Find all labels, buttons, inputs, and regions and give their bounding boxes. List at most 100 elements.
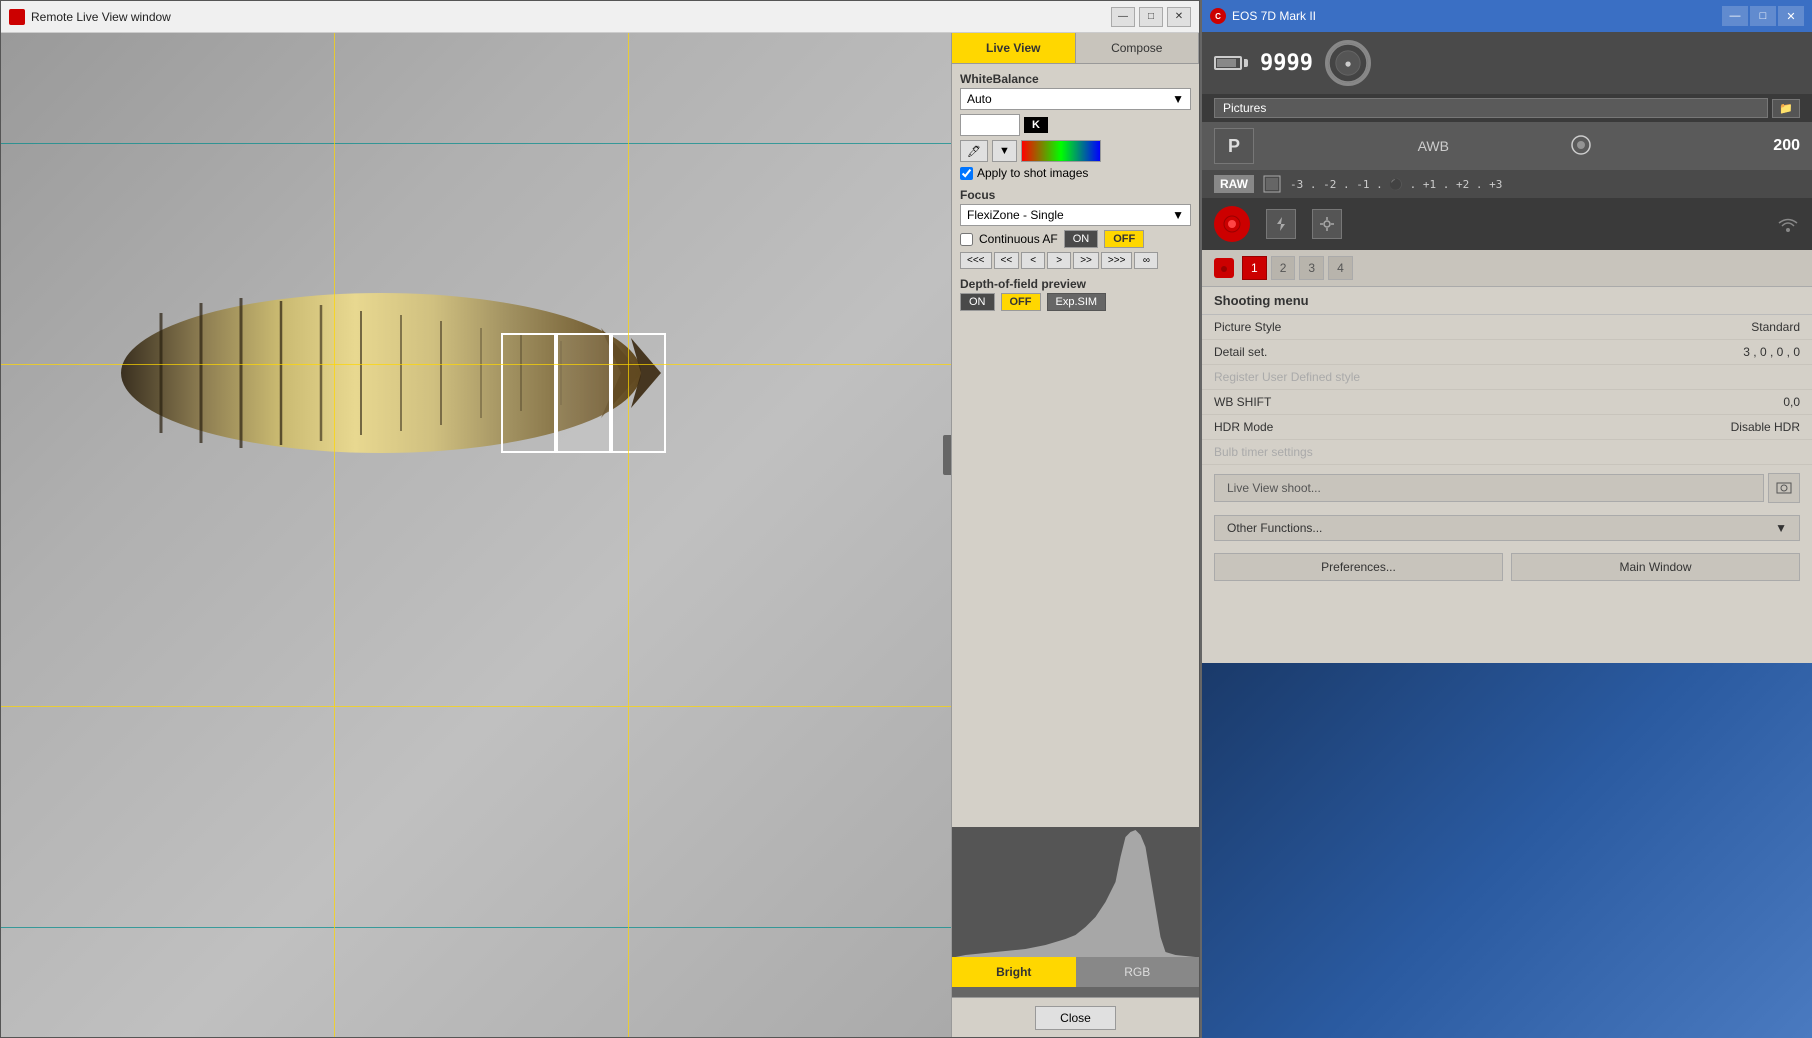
register-style-label: Register User Defined style xyxy=(1214,370,1712,384)
hdr-mode-value: Disable HDR xyxy=(1720,420,1800,434)
sm-tab-4[interactable]: 4 xyxy=(1328,256,1353,280)
svg-text:●: ● xyxy=(1344,56,1351,70)
eos-body: 9999 ● 📁 P AWB xyxy=(1202,32,1812,1038)
camera-mode-p: P xyxy=(1214,128,1254,164)
focus-mode-dropdown[interactable]: FlexiZone - Single ▼ xyxy=(960,204,1191,226)
pictures-browse-btn[interactable]: 📁 xyxy=(1772,99,1800,118)
continuous-af-label: Continuous AF xyxy=(979,232,1058,246)
pref-main-row: Preferences... Main Window xyxy=(1202,545,1812,589)
continuous-af-checkbox[interactable] xyxy=(960,233,973,246)
main-window: Remote Live View window — □ ✕ xyxy=(0,0,1200,1038)
shell-svg xyxy=(81,183,781,563)
continuous-af-row: Continuous AF ON OFF xyxy=(960,230,1191,248)
other-functions-btn[interactable]: Other Functions... ▼ xyxy=(1214,515,1800,541)
focus-nav-far-right[interactable]: >>> xyxy=(1101,252,1133,269)
menu-item-register-style[interactable]: Register User Defined style xyxy=(1202,365,1812,390)
raw-badge: RAW xyxy=(1214,175,1254,193)
wb-controls: 🖊 ▼ xyxy=(960,140,1191,162)
eos-window-title: EOS 7D Mark II xyxy=(1232,9,1316,23)
menu-item-wb-shift[interactable]: WB SHIFT 0,0 xyxy=(1202,390,1812,415)
pictures-bar: 📁 xyxy=(1202,94,1812,122)
wb-color-btn[interactable]: ▼ xyxy=(992,140,1017,162)
menu-item-hdr-mode[interactable]: HDR Mode Disable HDR xyxy=(1202,415,1812,440)
close-window-button[interactable]: ✕ xyxy=(1167,7,1191,27)
histogram-tabs: Bright RGB xyxy=(952,957,1199,987)
focus-section: Focus FlexiZone - Single ▼ Continuous AF… xyxy=(960,188,1191,269)
wb-color-swatch xyxy=(1021,140,1101,162)
title-bar: Remote Live View window — □ ✕ xyxy=(1,1,1199,33)
eos-title-bar: C EOS 7D Mark II — □ ✕ xyxy=(1202,0,1812,32)
mode-dial-svg: ● xyxy=(1328,40,1368,86)
camera-settings-row1: P AWB 200 xyxy=(1202,122,1812,170)
wb-k-row: K xyxy=(960,114,1191,136)
focus-nav-infinity[interactable]: ∞ xyxy=(1134,252,1158,269)
eos-close-btn[interactable]: ✕ xyxy=(1778,6,1804,26)
tab-live-view[interactable]: Live View xyxy=(952,33,1076,63)
focus-nav-left2[interactable]: << xyxy=(994,252,1020,269)
focus-nav-right2[interactable]: >> xyxy=(1073,252,1099,269)
focus-nav-right1[interactable]: > xyxy=(1047,252,1071,269)
dof-off-btn[interactable]: OFF xyxy=(1001,293,1041,311)
dof-label: Depth-of-field preview xyxy=(960,277,1191,291)
minimize-button[interactable]: — xyxy=(1111,7,1135,27)
close-btn-area: Close xyxy=(952,997,1199,1037)
dof-on-btn[interactable]: ON xyxy=(960,293,995,311)
maximize-button[interactable]: □ xyxy=(1139,7,1163,27)
eos-app-icon: C xyxy=(1210,8,1226,24)
panel-body: WhiteBalance Auto ▼ K 🖊 ▼ xyxy=(952,64,1199,827)
settings-icon[interactable] xyxy=(1312,209,1342,239)
continuous-af-on-btn[interactable]: ON xyxy=(1064,230,1099,248)
exp-sim-btn[interactable]: Exp.SIM xyxy=(1047,293,1107,311)
focus-nav-far-left[interactable]: <<< xyxy=(960,252,992,269)
preferences-btn[interactable]: Preferences... xyxy=(1214,553,1503,581)
side-handle xyxy=(943,435,951,475)
wb-dropdown[interactable]: Auto ▼ xyxy=(960,88,1191,110)
other-functions-row: Other Functions... ▼ xyxy=(1202,511,1812,545)
k-badge: K xyxy=(1024,117,1048,133)
tab-compose[interactable]: Compose xyxy=(1076,33,1200,63)
hist-tab-bright[interactable]: Bright xyxy=(952,957,1076,987)
wb-apply-row: Apply to shot images xyxy=(960,166,1191,180)
focus-box-2 xyxy=(556,333,611,453)
eos-title-buttons: — □ ✕ xyxy=(1722,6,1804,26)
live-view-shoot-btn[interactable]: Live View shoot... xyxy=(1214,474,1764,502)
sm-tab-3[interactable]: 3 xyxy=(1299,256,1324,280)
wifi-icon-area xyxy=(1776,212,1800,236)
wb-value-input[interactable] xyxy=(960,114,1020,136)
battery-indicator xyxy=(1214,56,1248,70)
main-window-btn[interactable]: Main Window xyxy=(1511,553,1800,581)
camera-view: ⊕ ⟳AUTO ↺ ↻ ⊞ ◧▾ ×1 ×5 ×10 xyxy=(1,33,951,1037)
picture-style-label: Picture Style xyxy=(1214,320,1712,334)
flash-icon[interactable] xyxy=(1266,209,1296,239)
menu-item-bulb-timer[interactable]: Bulb timer settings xyxy=(1202,440,1812,465)
blue-gradient-area xyxy=(1202,663,1812,1038)
shooting-menu-area: Shooting menu Picture Style Standard Det… xyxy=(1202,287,1812,663)
sm-tab-2[interactable]: 2 xyxy=(1271,256,1296,280)
wb-shift-value: 0,0 xyxy=(1720,395,1800,409)
picture-style-value: Standard xyxy=(1720,320,1800,334)
shooting-menu-header: 1 2 3 4 xyxy=(1202,250,1812,287)
wb-eyedropper-btn[interactable]: 🖊 xyxy=(960,140,988,162)
live-view-shoot-icon-btn[interactable] xyxy=(1768,473,1800,503)
sm-tab-1[interactable]: 1 xyxy=(1242,256,1267,280)
shot-count: 9999 xyxy=(1260,51,1313,76)
wifi-icon xyxy=(1776,212,1800,236)
app-icon xyxy=(9,9,25,25)
menu-item-picture-style[interactable]: Picture Style Standard xyxy=(1202,315,1812,340)
panel-tabs: Live View Compose xyxy=(952,33,1199,64)
focus-box-3 xyxy=(611,333,666,453)
continuous-af-off-btn[interactable]: OFF xyxy=(1104,230,1144,248)
close-button[interactable]: Close xyxy=(1035,1006,1116,1030)
wb-apply-checkbox[interactable] xyxy=(960,167,973,180)
dof-section: Depth-of-field preview ON OFF Exp.SIM xyxy=(960,277,1191,311)
eos-maximize-btn[interactable]: □ xyxy=(1750,6,1776,26)
menu-item-detail-set[interactable]: Detail set. 3 , 0 , 0 , 0 xyxy=(1202,340,1812,365)
pictures-input[interactable] xyxy=(1214,98,1768,118)
hist-tab-rgb[interactable]: RGB xyxy=(1076,957,1200,987)
shooting-menu-tabs: 1 2 3 4 xyxy=(1242,256,1353,280)
eos-window: C EOS 7D Mark II — □ ✕ 9999 ● xyxy=(1200,0,1812,1038)
shutter-release-icon[interactable] xyxy=(1214,206,1250,242)
live-view-shoot-row: Live View shoot... xyxy=(1202,465,1812,511)
focus-nav-left1[interactable]: < xyxy=(1021,252,1045,269)
eos-minimize-btn[interactable]: — xyxy=(1722,6,1748,26)
